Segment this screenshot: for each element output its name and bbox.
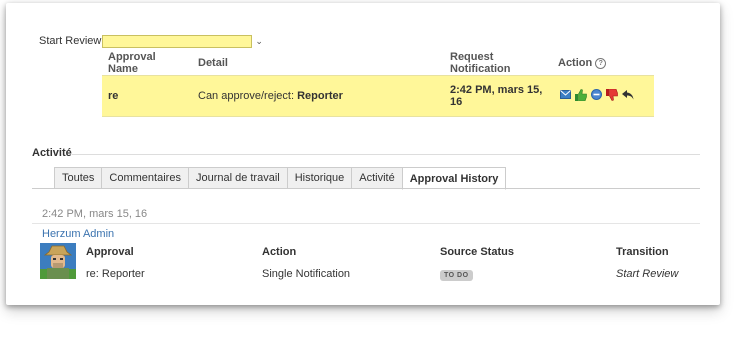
help-icon[interactable]: ? xyxy=(595,58,607,69)
tabs-divider xyxy=(32,188,700,189)
tab-approval-history[interactable]: Approval History xyxy=(401,167,507,190)
start-review-label: Start Review xyxy=(39,35,102,47)
notification-line-2: 16 xyxy=(450,96,463,108)
tab-commentaires[interactable]: Commentaires xyxy=(101,167,189,189)
col-action: Action ? xyxy=(554,51,654,76)
minus-circle-icon[interactable] xyxy=(591,89,602,103)
history-col-transition: Transition xyxy=(616,246,669,258)
entry-divider xyxy=(32,223,700,224)
history-action-value: Single Notification xyxy=(262,268,351,280)
col-action-label: Action xyxy=(558,57,593,69)
activity-tabs: Toutes Commentaires Journal de travail H… xyxy=(54,167,507,190)
col-request-notification: Request Notification xyxy=(450,51,511,75)
col-detail: Detail xyxy=(198,57,228,69)
tab-historique[interactable]: Historique xyxy=(286,167,353,189)
table-row: re Can approve/reject: Reporter 2:42 PM,… xyxy=(102,75,654,117)
tab-journal-de-travail[interactable]: Journal de travail xyxy=(187,167,288,189)
approvals-header-row: Approval Name Detail Request Notificatio… xyxy=(102,51,654,76)
reply-arrow-icon[interactable] xyxy=(622,89,634,103)
detail-cell: Can approve/reject: Reporter xyxy=(192,75,444,117)
author-link[interactable]: Herzum Admin xyxy=(42,228,114,240)
chevron-down-icon[interactable]: ⌄ xyxy=(255,36,263,47)
history-source-status-cell: TO DO xyxy=(440,268,473,281)
start-review-select[interactable] xyxy=(102,34,253,48)
tab-toutes[interactable]: Toutes xyxy=(54,167,103,189)
history-timestamp: 2:42 PM, mars 15, 16 xyxy=(42,208,148,220)
approval-name-cell: re xyxy=(102,75,192,117)
approvals-table: Approval Name Detail Request Notificatio… xyxy=(102,51,654,117)
actions-cell xyxy=(554,75,654,117)
history-col-action: Action xyxy=(262,246,297,258)
history-transition-value: Start Review xyxy=(616,268,679,280)
tab-activite[interactable]: Activité xyxy=(351,167,403,189)
section-divider xyxy=(72,154,700,155)
activity-section-title: Activité xyxy=(32,147,72,159)
approval-panel: Start Review ⌄ Approval Name Detail Requ… xyxy=(6,3,720,305)
thumbs-down-icon[interactable] xyxy=(606,88,618,104)
start-review-selector: Start Review ⌄ xyxy=(39,33,263,49)
detail-role: Reporter xyxy=(297,90,343,102)
status-badge: TO DO xyxy=(440,270,473,281)
history-approval-value: re: Reporter xyxy=(86,268,145,280)
col-approval-name: Approval Name xyxy=(108,51,156,75)
notification-line-1: 2:42 PM, mars 15, xyxy=(450,84,543,96)
history-col-source-status: Source Status xyxy=(440,246,514,258)
thumbs-up-icon[interactable] xyxy=(575,88,587,104)
notification-cell: 2:42 PM, mars 15, 16 xyxy=(444,75,554,117)
avatar xyxy=(40,243,76,279)
detail-prefix: Can approve/reject: xyxy=(198,90,294,102)
history-col-approval: Approval xyxy=(86,246,134,258)
envelope-icon[interactable] xyxy=(560,90,571,102)
